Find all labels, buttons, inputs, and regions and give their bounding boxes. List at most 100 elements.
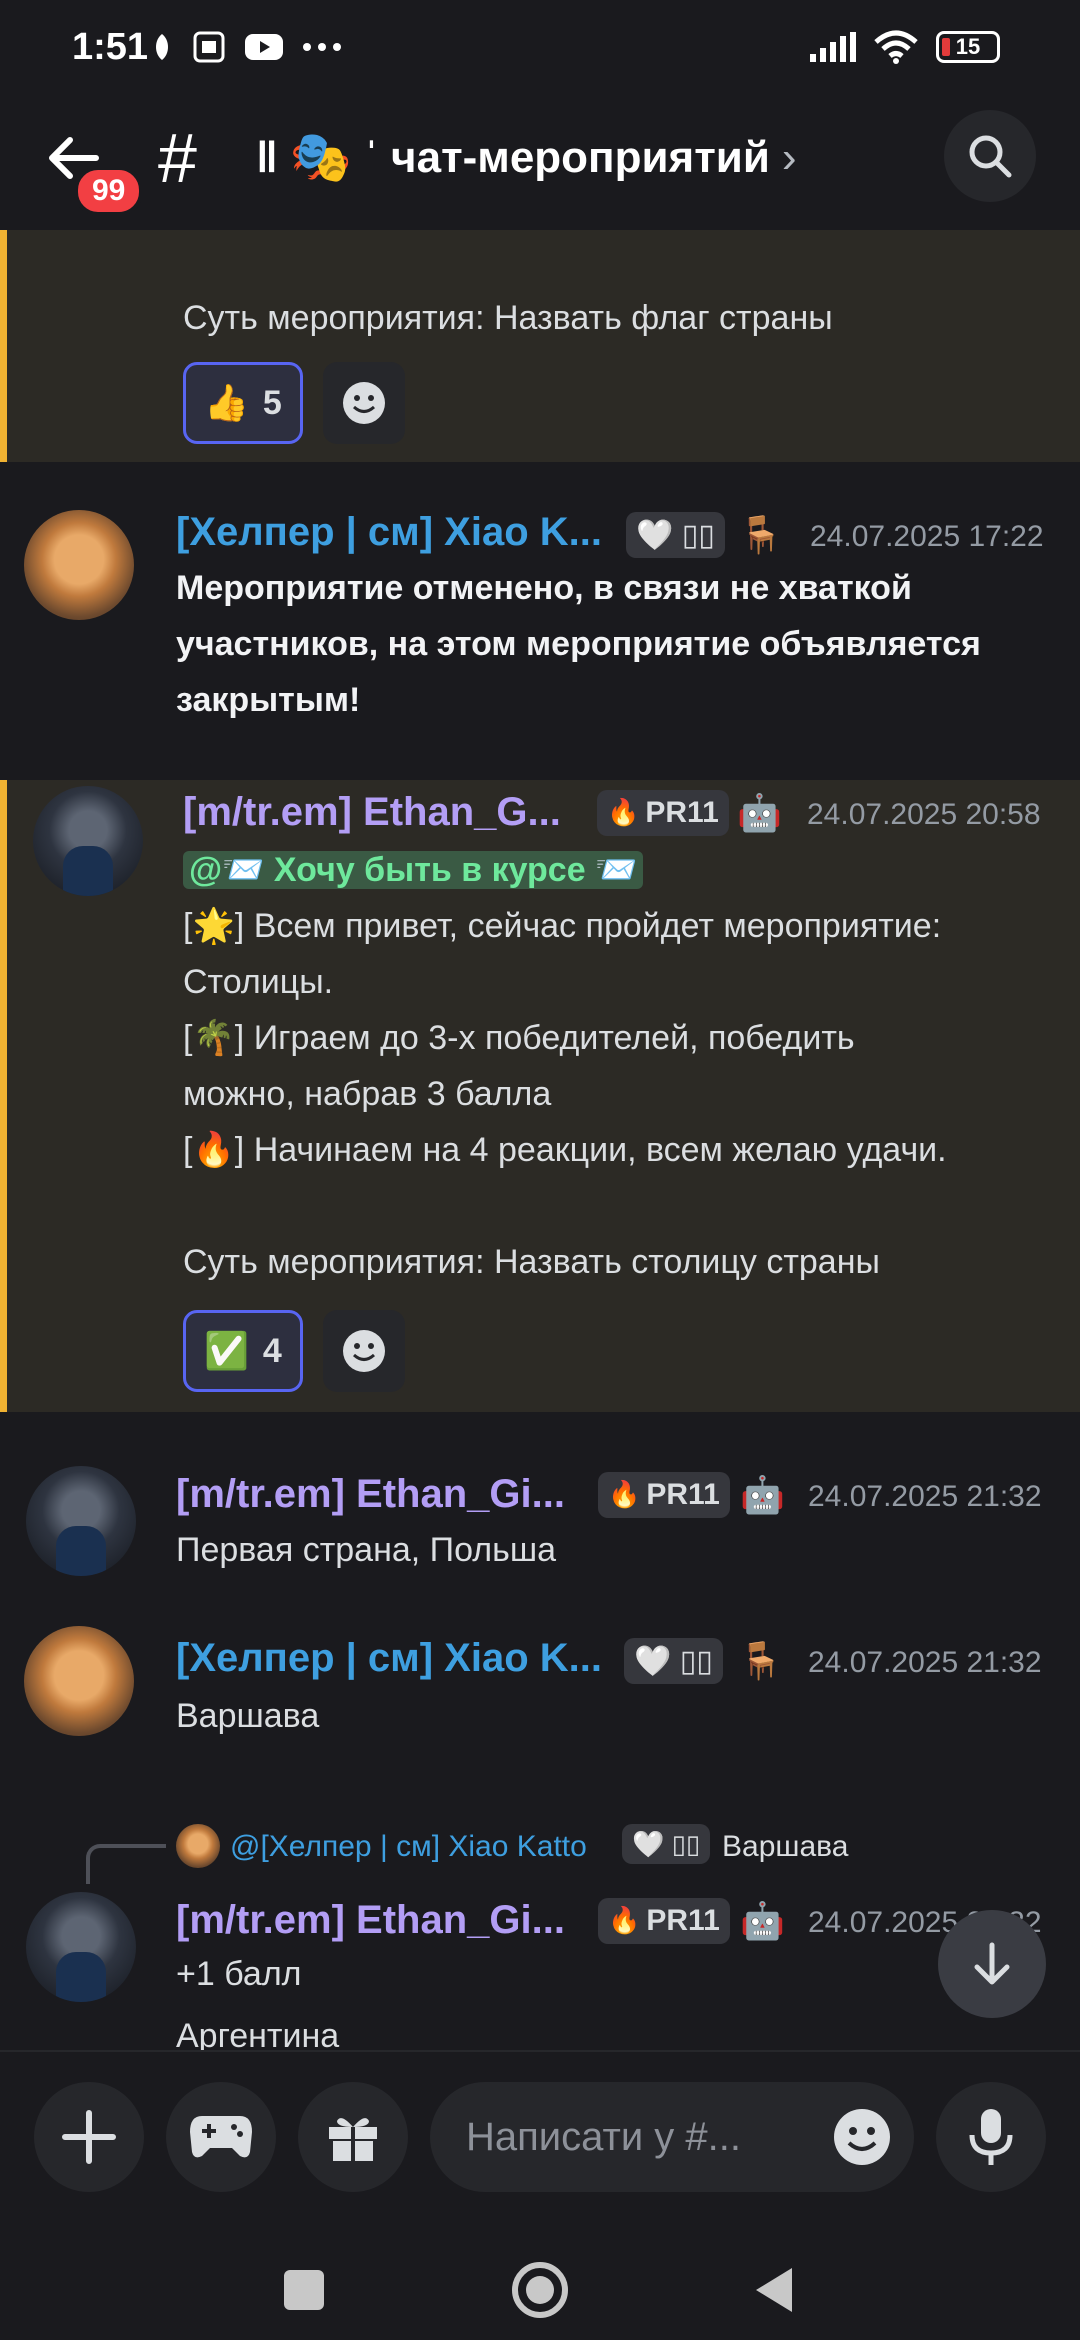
fire-icon: 🔥: [607, 798, 640, 828]
message-line: ] Играем до 3-х победителей, победить: [234, 1019, 855, 1057]
role-mention[interactable]: @📨 Хочу быть в курсе 📨: [183, 851, 644, 889]
activities-button[interactable]: [166, 2082, 276, 2192]
message-list[interactable]: Суть мероприятия: Назвать флаг страны 👍 …: [0, 230, 1080, 2050]
role-tag[interactable]: 🤍 ▯▯: [626, 512, 725, 558]
role-tag[interactable]: 🔥 PR11: [597, 790, 729, 836]
timestamp: 24.07.2025 21:32: [808, 1646, 1042, 1679]
message-item: [m/tr.em] Ethan_G... 🔥 PR11 🤖 24.07.2025…: [0, 780, 1080, 1412]
more-icon: [303, 43, 341, 51]
reply-avatar: [176, 1824, 220, 1868]
message-item: @[Хелпер | см] Xiao Katto 🤍 ▯▯ Варшава […: [0, 1796, 1080, 2050]
message-line: +1 балл: [176, 1955, 302, 1993]
palm-icon: 🌴: [192, 1018, 235, 1058]
input-placeholder: Написати у #...: [466, 2114, 741, 2159]
message-item: [m/tr.em] Ethan_Gi... 🔥 PR11 🤖 24.07.202…: [0, 1460, 1080, 1580]
message-item: [Хелпер | см] Xiao K... 🤍 ▯▯ 🪑 24.07.202…: [0, 1626, 1080, 1746]
message-composer: Написати у #...: [0, 2050, 1080, 2220]
avatar[interactable]: [33, 786, 143, 896]
author-name[interactable]: [m/tr.em] Ethan_Gi...: [176, 1472, 565, 1517]
message-line: Мероприятие отменено, в связи не хваткой: [176, 569, 912, 607]
gamepad-icon: [190, 2116, 252, 2158]
chevron-right-icon: ›: [781, 132, 797, 182]
avatar[interactable]: [24, 510, 134, 620]
status-time: 1:51: [72, 26, 149, 68]
theater-mask-icon: 🎭: [289, 128, 353, 186]
decoration-emoji: 🪑: [738, 1641, 783, 1682]
message-line: Суть мероприятия: Назвать столицу страны: [183, 1243, 880, 1281]
gift-icon: [329, 2118, 377, 2161]
unread-badge: 99: [74, 166, 144, 216]
status-bar: 1:51 15: [0, 0, 1080, 100]
message-text: Варшава: [176, 1697, 320, 1735]
channel-prefix: ǁ: [256, 132, 278, 182]
signal-icon: [810, 32, 856, 62]
fire-icon: 🔥: [608, 1480, 641, 1510]
reply-preview[interactable]: Варшава: [722, 1830, 848, 1864]
decoration-emoji: 🤖: [737, 793, 782, 834]
calendar-icon: [193, 31, 225, 63]
role-tag[interactable]: 🔥 PR11: [598, 1898, 730, 1944]
search-icon: [969, 135, 1012, 178]
message-text: +1 балл Аргентина: [176, 1946, 1036, 2050]
smile-icon: [834, 2109, 890, 2165]
message-item: [Хелпер | см] Xiao K... 🤍 ▯▯ 🪑 24.07.202…: [0, 510, 1080, 719]
avatar[interactable]: [24, 1626, 134, 1736]
decoration-emoji: 🤖: [740, 1475, 785, 1516]
decoration-emoji: 🤖: [740, 1901, 785, 1942]
role-tag-label: PR11: [646, 1478, 720, 1511]
home-button[interactable]: [512, 2262, 568, 2318]
battery-indicator: 15: [936, 31, 1000, 63]
wifi-icon: [874, 30, 918, 64]
message-text: Мероприятие отменено, в связи не хваткой…: [176, 560, 1036, 728]
youtube-icon: [245, 34, 283, 60]
reaction-check[interactable]: ✅ 4: [183, 1310, 303, 1392]
message-text: @📨 Хочу быть в курсе 📨 [🌟] Всем привет, …: [183, 842, 1043, 1290]
gift-button[interactable]: [298, 2082, 408, 2192]
message-input[interactable]: Написати у #...: [430, 2082, 914, 2192]
smile-icon: [343, 382, 385, 424]
reaction-like[interactable]: 👍 5: [183, 362, 303, 444]
recents-button[interactable]: [284, 2270, 324, 2310]
message-line: ] Всем привет, сейчас пройдет мероприяти…: [234, 907, 942, 945]
fire-icon: 🔥: [192, 1130, 235, 1170]
reply-connector: [86, 1844, 166, 1884]
emoji-button[interactable]: [832, 2107, 892, 2177]
search-button[interactable]: [944, 110, 1036, 202]
message-line: ] Начинаем на 4 реакции, всем желаю удач…: [234, 1131, 947, 1169]
star-icon: 🌟: [192, 906, 235, 946]
timestamp: 24.07.2025 20:58: [807, 798, 1041, 831]
avatar[interactable]: [26, 1466, 136, 1576]
avatar[interactable]: [26, 1892, 136, 2002]
role-tag[interactable]: 🤍 ▯▯: [624, 1638, 723, 1684]
app-notification-icon: [156, 34, 168, 60]
plus-icon: [62, 2110, 116, 2164]
decoration-emoji: 🪑: [738, 515, 783, 556]
arrow-down-icon: [974, 1942, 1010, 1985]
message-line: можно, набрав 3 балла: [183, 1075, 552, 1113]
smile-icon: [343, 1330, 385, 1372]
message-text: Первая страна, Польша: [176, 1531, 557, 1569]
add-reaction-button[interactable]: [323, 1310, 405, 1392]
author-name[interactable]: [Хелпер | см] Xiao K...: [176, 1636, 602, 1681]
back-nav-button[interactable]: [756, 2268, 792, 2312]
author-name[interactable]: [Хелпер | см] Xiao K...: [176, 510, 602, 555]
timestamp: 24.07.2025 21:32: [808, 1480, 1042, 1513]
notification-icons: [150, 30, 342, 64]
jump-to-bottom-button[interactable]: [938, 1910, 1046, 2018]
author-name[interactable]: [m/tr.em] Ethan_G...: [183, 790, 561, 835]
channel-title[interactable]: ǁ 🎭 ˈ чат-мероприятий ›: [256, 128, 797, 187]
role-tag-label: PR11: [645, 796, 719, 829]
add-attachment-button[interactable]: [34, 2082, 144, 2192]
system-icons: 15: [810, 30, 1000, 64]
role-tag[interactable]: 🔥 PR11: [598, 1472, 730, 1518]
hash-icon: #: [158, 119, 197, 197]
reply-author[interactable]: @[Хелпер | см] Xiao Katto: [230, 1830, 587, 1864]
message-item: Суть мероприятия: Назвать флаг страны 👍 …: [0, 230, 1080, 462]
author-name[interactable]: [m/tr.em] Ethan_Gi...: [176, 1898, 565, 1943]
message-line: участников, на этом мероприятие объявляе…: [176, 625, 981, 663]
message-line: Столицы.: [183, 963, 334, 1001]
add-reaction-button[interactable]: [323, 362, 405, 444]
voice-message-button[interactable]: [936, 2082, 1046, 2192]
reaction-count: 5: [262, 383, 282, 422]
microphone-icon: [969, 2109, 1013, 2165]
